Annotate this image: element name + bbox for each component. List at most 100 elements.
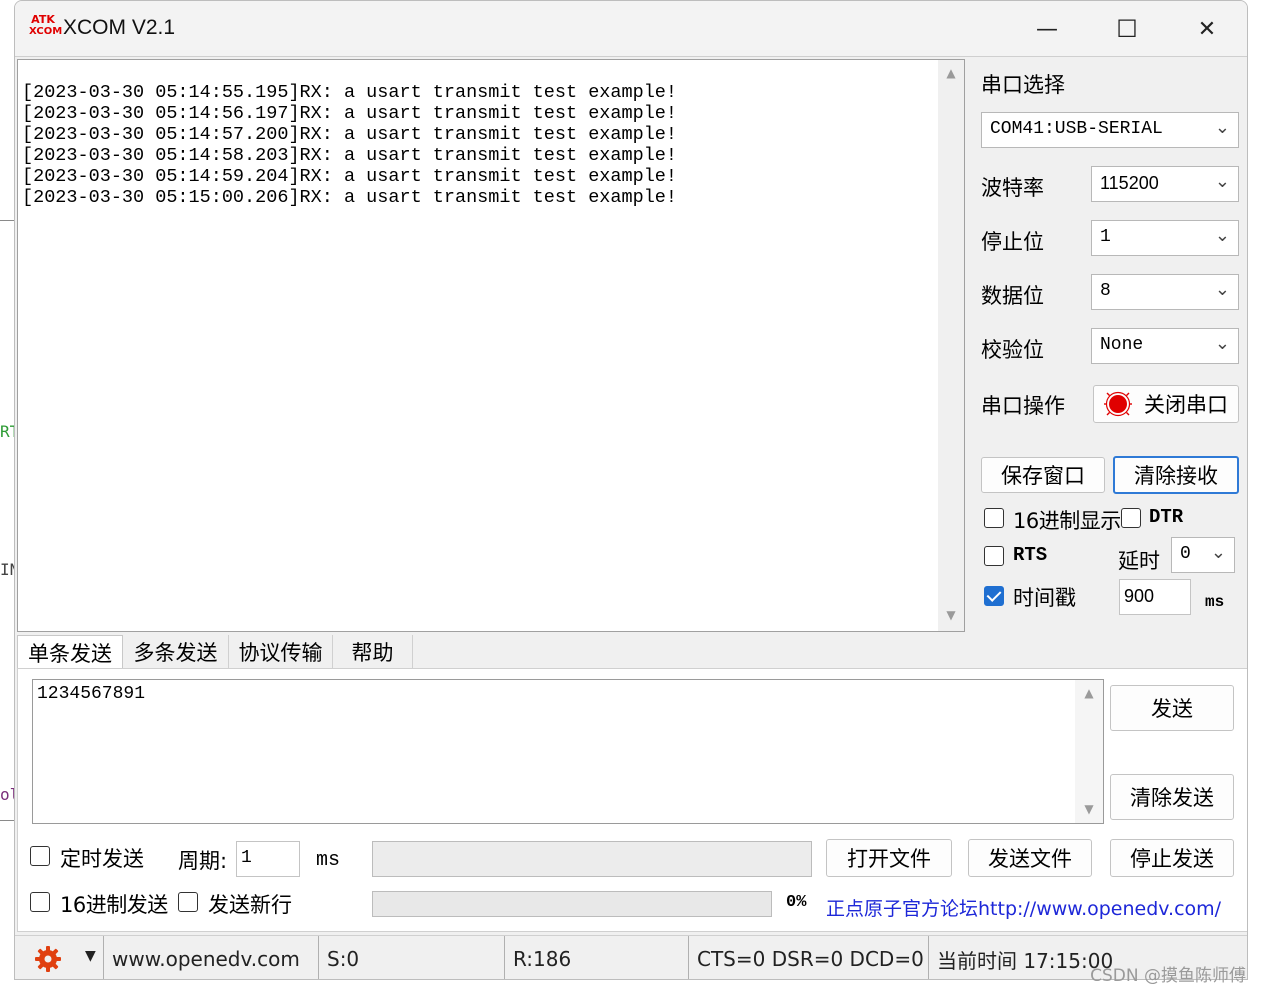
- port-select-dropdown[interactable]: COM41:USB-SERIAL ⌄: [981, 112, 1239, 148]
- timed-send-checkbox[interactable]: [30, 846, 50, 866]
- send-input[interactable]: 1234567891 ▲ ▼: [32, 679, 1104, 824]
- send-scrollbar[interactable]: ▲ ▼: [1075, 680, 1103, 823]
- timestamp-value: 900: [1124, 586, 1155, 606]
- timestamp-input[interactable]: 900: [1119, 579, 1191, 615]
- single-send-pane: 1234567891 ▲ ▼ 发送 清除发送 定时发送 周期: 1 ms 打开文…: [17, 668, 1247, 932]
- data-bits-label: 数据位: [981, 284, 1044, 308]
- chevron-down-icon: ⌄: [1210, 542, 1226, 563]
- chevron-down-icon: ⌄: [1214, 171, 1230, 192]
- chevron-down-icon: ⌄: [1214, 333, 1230, 354]
- send-progress-bar: [372, 891, 772, 917]
- status-received-count: R:186: [505, 936, 689, 979]
- receive-log-line: [2023-03-30 05:14:58.203]RX: a usart tra…: [22, 145, 678, 166]
- parity-dropdown[interactable]: None ⌄: [1091, 328, 1239, 364]
- receive-log-line: [2023-03-30 05:14:57.200]RX: a usart tra…: [22, 124, 678, 145]
- receive-log: [2023-03-30 05:14:55.195]RX: a usart tra…: [22, 82, 677, 208]
- scroll-up-icon[interactable]: ▲: [1079, 686, 1099, 700]
- receive-area[interactable]: [2023-03-30 05:14:55.195]RX: a usart tra…: [17, 59, 965, 632]
- watermark: CSDN @摸鱼陈师傅: [1090, 966, 1246, 986]
- app-logo-icon: ATK XCOM: [29, 13, 63, 38]
- hex-display-checkbox[interactable]: [984, 508, 1004, 528]
- status-line-signals: CTS=0 DSR=0 DCD=0: [689, 936, 929, 979]
- hex-send-label: 16进制发送: [60, 893, 168, 917]
- port-select-title: 串口选择: [981, 73, 1065, 97]
- stop-send-button[interactable]: 停止发送: [1110, 839, 1234, 877]
- close-port-label: 关闭串口: [1144, 393, 1228, 417]
- send-newline-checkbox[interactable]: [178, 892, 198, 912]
- tab-help[interactable]: 帮助: [333, 635, 413, 669]
- stop-bits-value: 1: [1100, 227, 1111, 247]
- port-status-indicator-icon: [1102, 390, 1134, 418]
- receive-scrollbar[interactable]: ▲ ▼: [938, 60, 964, 631]
- close-button[interactable]: ✕: [1167, 1, 1247, 57]
- dtr-label: DTR: [1149, 506, 1184, 528]
- period-input[interactable]: 1: [236, 841, 300, 877]
- open-file-button[interactable]: 打开文件: [826, 839, 952, 877]
- baud-value: 115200: [1100, 173, 1159, 193]
- send-progress-text: 0%: [786, 893, 807, 912]
- receive-log-line: [2023-03-30 05:14:56.197]RX: a usart tra…: [22, 103, 678, 124]
- data-bits-value: 8: [1100, 281, 1111, 301]
- background-divider: [0, 220, 14, 221]
- file-path-field[interactable]: [372, 841, 812, 877]
- chevron-down-icon: ⌄: [1214, 279, 1230, 300]
- dtr-checkbox[interactable]: [1121, 508, 1141, 528]
- clear-send-button[interactable]: 清除发送: [1110, 774, 1234, 820]
- baud-dropdown[interactable]: 115200 ⌄: [1091, 166, 1239, 202]
- maximize-button[interactable]: ☐: [1087, 1, 1167, 57]
- receive-log-line: [2023-03-30 05:15:00.206]RX: a usart tra…: [22, 187, 678, 208]
- forum-link[interactable]: 正点原子官方论坛http://www.openedv.com/: [826, 894, 1221, 921]
- settings-dropdown-arrow-icon[interactable]: ▼: [85, 948, 96, 964]
- settings-gear-icon[interactable]: [33, 944, 67, 974]
- xcom-window: ATK XCOM XCOM V2.1 — ☐ ✕ [2023-03-30 05:…: [14, 0, 1248, 980]
- timed-send-label: 定时发送: [60, 847, 144, 871]
- tab-single-send[interactable]: 单条发送: [17, 635, 123, 669]
- receive-log-line: [2023-03-30 05:14:55.195]RX: a usart tra…: [22, 82, 678, 103]
- window-title: XCOM V2.1: [63, 16, 176, 39]
- period-label: 周期:: [178, 849, 228, 873]
- send-newline-label: 发送新行: [208, 893, 292, 917]
- timestamp-unit: ms: [1205, 593, 1225, 611]
- delay-value: 0: [1180, 544, 1191, 564]
- scroll-down-icon[interactable]: ▼: [1079, 802, 1099, 816]
- port-select-value: COM41:USB-SERIAL: [990, 119, 1163, 139]
- hex-send-checkbox[interactable]: [30, 892, 50, 912]
- send-file-button[interactable]: 发送文件: [968, 839, 1092, 877]
- delay-label: 延时: [1118, 549, 1160, 573]
- parity-label: 校验位: [981, 338, 1044, 362]
- tab-protocol[interactable]: 协议传输: [229, 635, 333, 669]
- parity-value: None: [1100, 335, 1144, 355]
- background-divider: [0, 820, 14, 821]
- delay-dropdown[interactable]: 0 ⌄: [1171, 537, 1235, 573]
- minimize-button[interactable]: —: [1007, 1, 1087, 57]
- port-operation-label: 串口操作: [981, 394, 1065, 418]
- stop-bits-dropdown[interactable]: 1 ⌄: [1091, 220, 1239, 256]
- forum-link-box: 正点原子官方论坛http://www.openedv.com/: [824, 887, 1238, 925]
- tab-multi-send[interactable]: 多条发送: [123, 635, 229, 669]
- status-bar: ▼ www.openedv.com S:0 R:186 CTS=0 DSR=0 …: [15, 935, 1247, 979]
- timestamp-label: 时间戳: [1013, 586, 1076, 610]
- period-unit: ms: [316, 849, 341, 872]
- send-input-text: 1234567891: [37, 684, 146, 704]
- title-bar[interactable]: ATK XCOM XCOM V2.1 — ☐ ✕: [15, 1, 1247, 57]
- stop-bits-label: 停止位: [981, 230, 1044, 254]
- save-window-button[interactable]: 保存窗口: [981, 457, 1105, 493]
- rts-label: RTS: [1013, 544, 1048, 566]
- scroll-up-icon[interactable]: ▲: [941, 66, 961, 80]
- baud-label: 波特率: [981, 176, 1044, 200]
- close-port-button[interactable]: 关闭串口: [1093, 385, 1239, 423]
- chevron-down-icon: ⌄: [1214, 225, 1230, 246]
- receive-log-line: [2023-03-30 05:14:59.204]RX: a usart tra…: [22, 166, 678, 187]
- send-button[interactable]: 发送: [1110, 685, 1234, 731]
- send-tabs: 单条发送 多条发送 协议传输 帮助: [17, 635, 1247, 669]
- status-url: www.openedv.com: [103, 936, 319, 979]
- rts-checkbox[interactable]: [984, 546, 1004, 566]
- clear-receive-button[interactable]: 清除接收: [1113, 456, 1239, 494]
- data-bits-dropdown[interactable]: 8 ⌄: [1091, 274, 1239, 310]
- timestamp-checkbox[interactable]: [984, 586, 1004, 606]
- period-value: 1: [241, 848, 252, 868]
- hex-display-label: 16进制显示: [1013, 509, 1121, 533]
- status-sent-count: S:0: [319, 936, 505, 979]
- scroll-down-icon[interactable]: ▼: [941, 608, 961, 622]
- background-window-strip: RT IN ol: [0, 0, 19, 992]
